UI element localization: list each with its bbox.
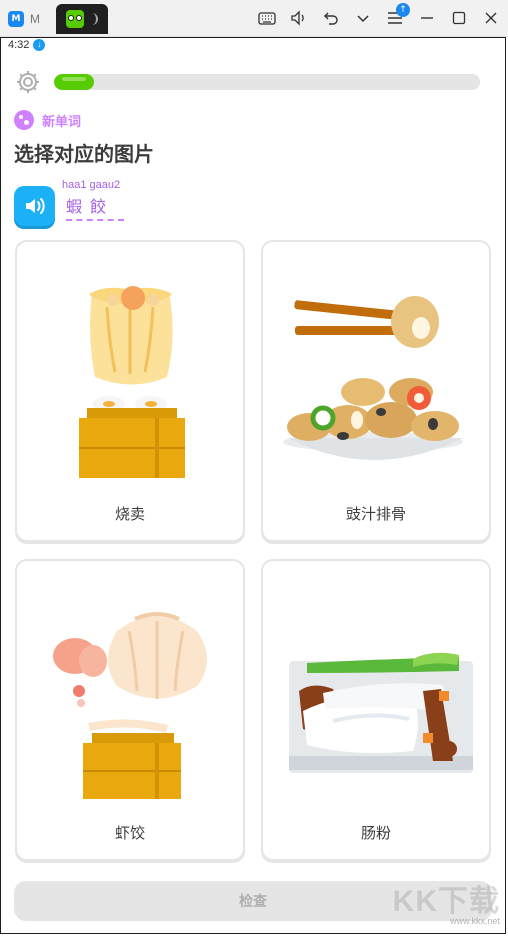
play-audio-button[interactable] [14, 186, 55, 226]
audio-playing-icon [90, 13, 98, 25]
volume-icon[interactable] [290, 9, 308, 27]
choice-label: 烧卖 [114, 505, 145, 523]
watermark-brand: KK下载 [392, 885, 500, 918]
sparkle-icon [14, 110, 34, 130]
chevron-down-icon[interactable] [354, 9, 372, 27]
menu-icon[interactable]: ↑ [386, 3, 410, 27]
new-word-badge: 新单词 [14, 110, 81, 130]
tab-label: M [30, 12, 40, 26]
choice-label: 虾饺 [114, 824, 145, 842]
close-icon[interactable] [482, 9, 500, 27]
minimize-icon[interactable] [418, 9, 436, 27]
tab-duolingo[interactable] [56, 4, 108, 34]
progress-fill [54, 74, 95, 90]
har-gow-image [53, 612, 207, 799]
keyboard-icon[interactable] [258, 9, 276, 27]
update-badge: ↑ [396, 3, 410, 17]
window-titlebar: M M ↑ [0, 0, 508, 37]
choice-card[interactable]: 豉汁排骨 [261, 240, 491, 542]
status-time: 4:32 [8, 39, 30, 51]
choice-card[interactable]: 烧卖 [15, 240, 245, 542]
choice-card[interactable]: 虾饺 [15, 559, 245, 861]
duolingo-owl-icon [66, 10, 84, 28]
romanization-text: haa1 gaau2 [62, 179, 121, 191]
settings-gear-icon[interactable] [14, 68, 42, 96]
choice-label: 肠粉 [360, 824, 391, 842]
tab-other-app[interactable]: M M [8, 6, 56, 32]
spare-ribs-image [283, 296, 463, 460]
status-bar: 4:32 ↓ [8, 39, 46, 51]
page-title: 选择对应的图片 [14, 142, 154, 166]
prompt-word[interactable]: 蝦餃 [66, 193, 124, 221]
new-word-label: 新单词 [42, 114, 82, 130]
lesson-progress-bar [54, 74, 480, 90]
app-logo-icon: M [8, 11, 24, 27]
speaker-icon [25, 198, 45, 214]
choice-label: 豉汁排骨 [345, 505, 406, 523]
siu-mai-image [79, 286, 185, 478]
choice-card[interactable]: 肠粉 [261, 559, 491, 861]
watermark: KK下载 www.kkx.net [393, 876, 500, 926]
undo-icon[interactable] [322, 9, 340, 27]
download-icon: ↓ [33, 39, 46, 51]
titlebar-controls: ↑ [258, 3, 500, 30]
rice-noodle-roll-image [289, 652, 473, 773]
maximize-icon[interactable] [450, 9, 468, 27]
